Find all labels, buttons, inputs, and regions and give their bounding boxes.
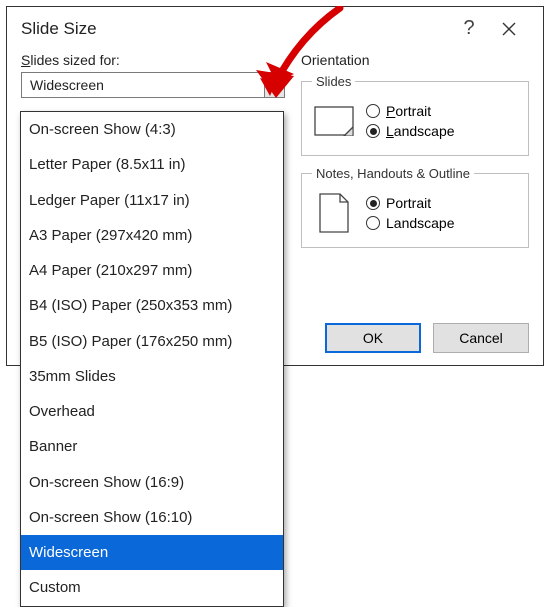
portrait-page-icon (312, 189, 356, 237)
chevron-down-icon (270, 82, 280, 88)
orientation-heading: Orientation (301, 52, 529, 68)
notes-portrait-radio[interactable]: Portrait (366, 195, 518, 211)
notes-legend: Notes, Handouts & Outline (312, 166, 474, 181)
slides-orientation-group: Slides Portrait Landscap (301, 74, 529, 156)
close-icon (501, 21, 517, 37)
radio-icon (366, 104, 380, 118)
slides-sized-for-dropdown-list[interactable]: On-screen Show (4:3)Letter Paper (8.5x11… (20, 111, 284, 607)
landscape-page-icon (312, 97, 356, 145)
dropdown-option[interactable]: On-screen Show (16:10) (21, 500, 283, 535)
dropdown-option[interactable]: Ledger Paper (11x17 in) (21, 183, 283, 218)
dropdown-option[interactable]: On-screen Show (4:3) (21, 112, 283, 147)
titlebar: Slide Size ? (7, 7, 543, 46)
dropdown-option[interactable]: Custom (21, 570, 283, 605)
dropdown-option[interactable]: A4 Paper (210x297 mm) (21, 253, 283, 288)
dropdown-option[interactable]: B5 (ISO) Paper (176x250 mm) (21, 324, 283, 359)
dropdown-option[interactable]: 35mm Slides (21, 359, 283, 394)
dialog-buttons: OK Cancel (325, 323, 529, 353)
dropdown-option[interactable]: A3 Paper (297x420 mm) (21, 218, 283, 253)
slides-legend: Slides (312, 74, 355, 89)
dropdown-option[interactable]: Widescreen (21, 535, 283, 570)
ok-button[interactable]: OK (325, 323, 421, 353)
notes-orientation-group: Notes, Handouts & Outline Portrait (301, 166, 529, 248)
combo-dropdown-button[interactable] (264, 73, 284, 97)
dropdown-option[interactable]: Letter Paper (8.5x11 in) (21, 147, 283, 182)
dropdown-option[interactable]: Overhead (21, 394, 283, 429)
slides-sized-for-label: Slides sized for: (21, 52, 291, 68)
combo-selected-value: Widescreen (22, 77, 264, 93)
dropdown-option[interactable]: Banner (21, 429, 283, 464)
radio-icon (366, 196, 380, 210)
notes-landscape-radio[interactable]: Landscape (366, 215, 518, 231)
dialog-title: Slide Size (21, 19, 449, 39)
slides-landscape-radio[interactable]: Landscape (366, 123, 518, 139)
cancel-button[interactable]: Cancel (433, 323, 529, 353)
dropdown-option[interactable]: B4 (ISO) Paper (250x353 mm) (21, 288, 283, 323)
radio-icon (366, 216, 380, 230)
slides-portrait-radio[interactable]: Portrait (366, 103, 518, 119)
dropdown-option[interactable]: On-screen Show (16:9) (21, 465, 283, 500)
close-button[interactable] (489, 21, 529, 37)
radio-icon (366, 124, 380, 138)
slides-sized-for-combo[interactable]: Widescreen (21, 72, 285, 98)
help-button[interactable]: ? (449, 17, 489, 40)
